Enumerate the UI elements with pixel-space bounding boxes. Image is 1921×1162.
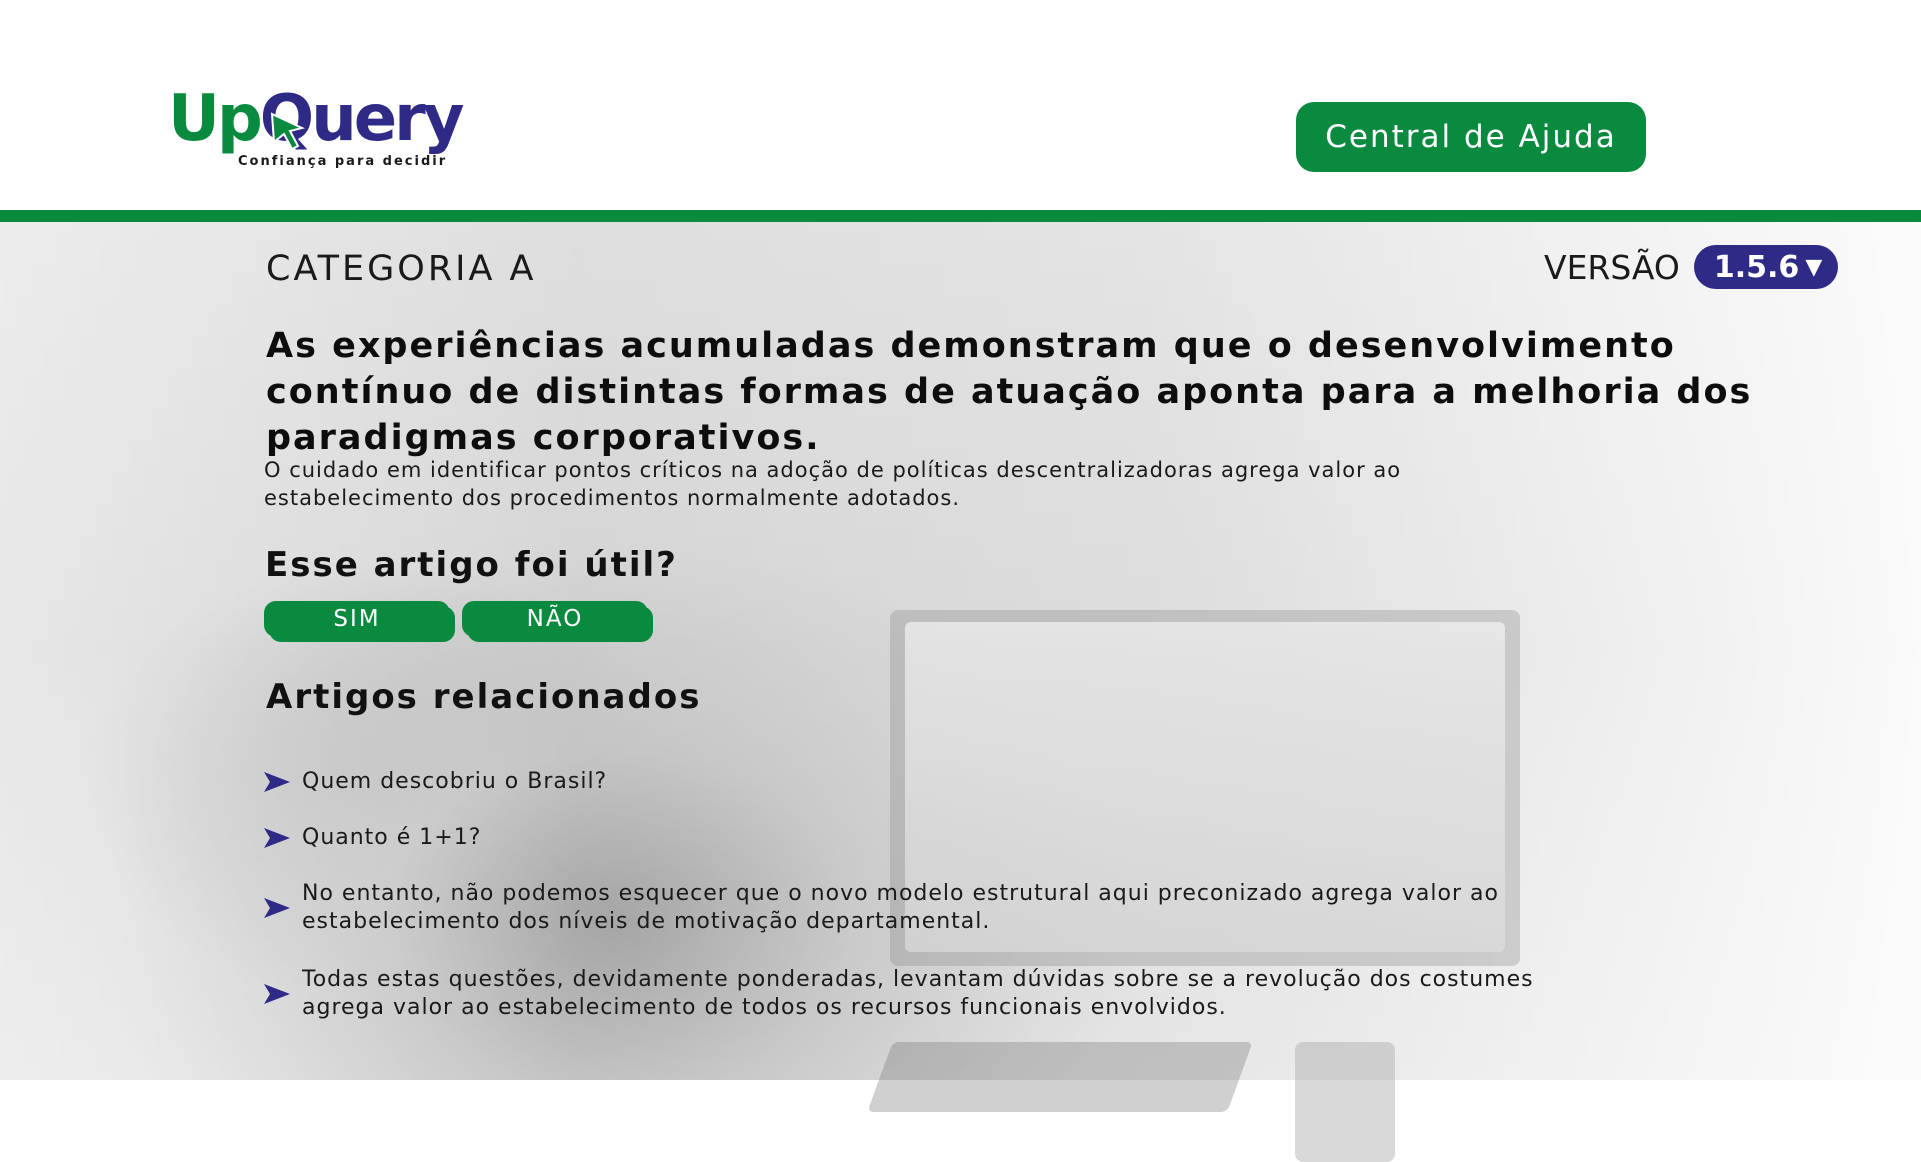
related-article-link[interactable]: Quem descobriu o Brasil? <box>262 768 1562 796</box>
logo-word-up: Up <box>168 82 263 156</box>
logo-wordmark: UpQuery <box>168 82 464 156</box>
related-article-link[interactable]: No entanto, não podemos esquecer que o n… <box>262 880 1562 936</box>
related-article-label: Todas estas questões, devidamente ponder… <box>302 967 1534 1020</box>
related-articles-title: Artigos relacionados <box>266 677 702 717</box>
category-label: CATEGORIA A <box>266 249 537 289</box>
header: UpQuery Confiança para decidir Central d… <box>0 0 1921 210</box>
version-label: VERSÃO <box>1544 247 1680 287</box>
caret-down-icon: ▼ <box>1805 254 1823 280</box>
feedback-question: Esse artigo foi útil? <box>265 545 678 585</box>
background-mug <box>1295 1042 1395 1162</box>
related-article-link[interactable]: Todas estas questões, devidamente ponder… <box>262 966 1562 1022</box>
article-headline: As experiências acumuladas demonstram qu… <box>266 326 1753 458</box>
related-article-link[interactable]: Quanto é 1+1? <box>262 824 1562 852</box>
header-divider <box>0 210 1921 222</box>
related-article-label: Quem descobriu o Brasil? <box>302 769 608 794</box>
feedback-no-button[interactable]: NÃO <box>462 601 648 637</box>
cursor-arrow-icon <box>270 112 305 151</box>
related-article-label: Quanto é 1+1? <box>302 825 482 850</box>
article-summary: O cuidado em identificar pontos críticos… <box>264 458 1402 510</box>
help-center-button[interactable]: Central de Ajuda <box>1296 102 1646 172</box>
upquery-logo[interactable]: UpQuery Confiança para decidir <box>168 84 464 174</box>
version-dropdown[interactable]: 1.5.6 ▼ <box>1693 245 1839 289</box>
play-arrow-icon <box>264 772 290 792</box>
play-arrow-icon <box>264 898 290 918</box>
background-keyboard <box>867 1042 1253 1112</box>
play-arrow-icon <box>264 828 290 848</box>
related-article-label: No entanto, não podemos esquecer que o n… <box>302 881 1499 934</box>
version-value: 1.5.6 <box>1713 249 1800 285</box>
logo-tagline: Confiança para decidir <box>238 154 448 169</box>
version-selector: VERSÃO 1.5.6 ▼ <box>1544 244 1839 290</box>
feedback-yes-button[interactable]: SIM <box>264 601 450 637</box>
play-arrow-icon <box>264 984 290 1004</box>
